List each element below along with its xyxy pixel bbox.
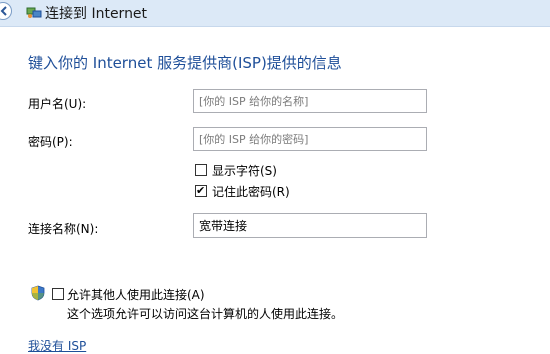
username-label: 用户名(U):: [28, 97, 87, 111]
allow-others-hint: 这个选项允许可以访问这台计算机的人使用此连接。: [67, 307, 344, 321]
uac-shield-icon: [31, 285, 45, 301]
show-characters-checkbox[interactable]: [195, 164, 207, 176]
password-label: 密码(P):: [28, 135, 73, 149]
window-title: 连接到 Internet: [45, 6, 148, 22]
allow-others-checkbox[interactable]: [52, 288, 64, 300]
allow-others-label: 允许其他人使用此连接(A): [67, 288, 205, 302]
remember-password-label: 记住此密码(R): [212, 185, 290, 199]
connection-name-label: 连接名称(N):: [28, 222, 99, 236]
remember-password-checkbox[interactable]: ✔: [195, 184, 207, 197]
page-heading: 键入你的 Internet 服务提供商(ISP)提供的信息: [28, 54, 342, 72]
network-connection-icon: [26, 7, 42, 18]
no-isp-link[interactable]: 我没有 ISP: [28, 337, 86, 354]
connection-name-input[interactable]: [193, 213, 427, 238]
back-button[interactable]: [0, 2, 12, 20]
checkmark-icon: ✔: [196, 184, 206, 197]
back-arrow-icon: [0, 6, 7, 16]
show-characters-label: 显示字符(S): [212, 164, 277, 178]
title-bar: 连接到 Internet: [0, 0, 550, 27]
username-input[interactable]: [193, 89, 427, 113]
password-input[interactable]: [193, 127, 427, 151]
